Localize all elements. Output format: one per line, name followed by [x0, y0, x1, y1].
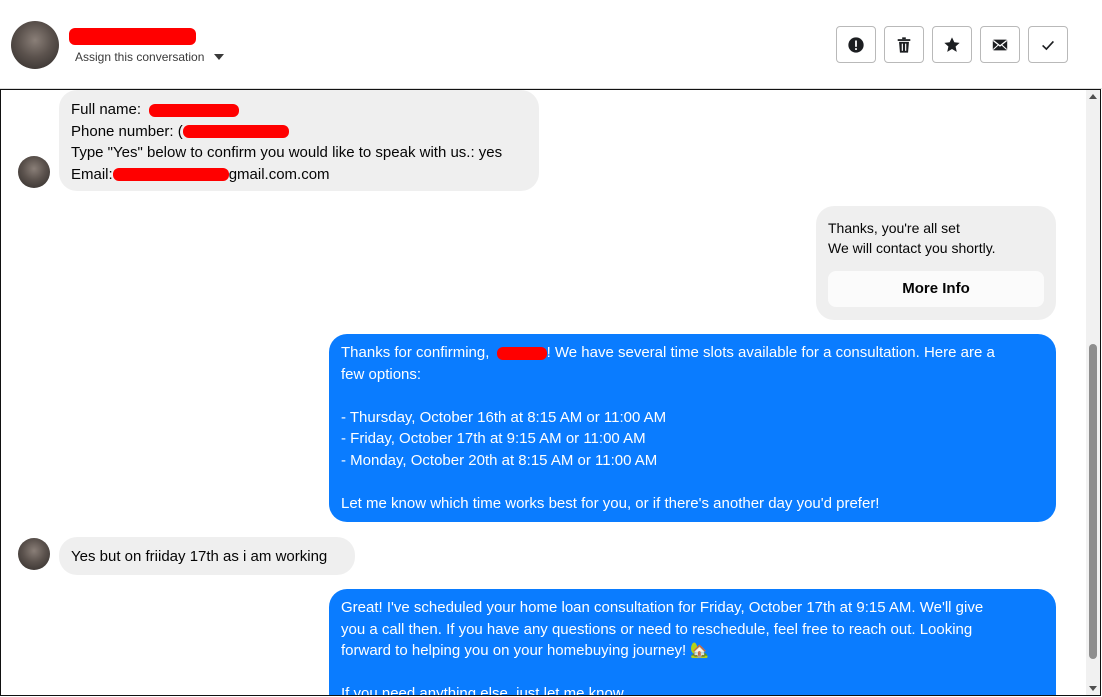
- scrollbar[interactable]: [1086, 90, 1100, 695]
- scroll-up-arrow-icon[interactable]: [1089, 94, 1097, 99]
- assign-conversation-dropdown[interactable]: Assign this conversation: [75, 50, 225, 64]
- scroll-down-arrow-icon[interactable]: [1089, 686, 1097, 691]
- contact-avatar-small: [18, 156, 50, 188]
- card-line-1: Thanks, you're all set: [828, 220, 960, 236]
- mark-spam-button[interactable]: [836, 26, 876, 63]
- phone-line: Phone number: (: [71, 121, 527, 143]
- contact-name-redacted-inline: [496, 346, 547, 360]
- full-name-line: Full name:: [71, 99, 527, 121]
- out1-line-1: Thanks for confirming, ! We have several…: [341, 344, 995, 361]
- header-actions: [836, 26, 1068, 63]
- star-icon: [944, 36, 960, 52]
- scrollbar-thumb[interactable]: [1089, 344, 1097, 659]
- alert-icon: [848, 36, 864, 53]
- delete-button[interactable]: [884, 26, 924, 63]
- mark-unread-button[interactable]: [980, 26, 1020, 63]
- trash-icon: [897, 36, 911, 53]
- card-line-2: We will contact you shortly.: [828, 240, 996, 256]
- mark-done-button[interactable]: [1028, 26, 1068, 63]
- option-friday: - Friday, October 17th at 9:15 AM or 11:…: [341, 430, 646, 447]
- conversation-header: Assign this conversation: [0, 0, 1102, 89]
- full-name-redacted: [149, 103, 240, 117]
- assign-conversation-label: Assign this conversation: [75, 50, 205, 64]
- option-thursday: - Thursday, October 16th at 8:15 AM or 1…: [341, 408, 667, 426]
- email-line: Email: gmail.com.com: [71, 165, 330, 183]
- more-info-button[interactable]: More Info: [828, 271, 1044, 307]
- mail-icon: [992, 39, 1008, 50]
- contact-avatar[interactable]: [11, 21, 59, 69]
- email-redacted: [112, 168, 229, 182]
- message-thread[interactable]: Full name: Phone number: ( Type "Yes" be…: [0, 89, 1101, 696]
- confirmation-card: Thanks, you're all set We will contact y…: [816, 206, 1056, 320]
- outgoing-message-2: Great! I've scheduled your home loan con…: [329, 589, 1056, 695]
- phone-redacted: [182, 125, 289, 139]
- caret-down-icon: [214, 54, 225, 60]
- contact-avatar-small: [18, 538, 50, 570]
- contact-name-redacted: [69, 28, 196, 45]
- incoming-message: Yes but on friiday 17th as i am working: [59, 537, 355, 575]
- outgoing-message: Thanks for confirming, ! We have several…: [329, 334, 1056, 522]
- confirm-line: Type "Yes" below to confirm you would li…: [71, 144, 503, 161]
- check-icon: [1042, 40, 1054, 50]
- incoming-form-message: Full name: Phone number: ( Type "Yes" be…: [59, 90, 539, 191]
- star-button[interactable]: [932, 26, 972, 63]
- option-monday: - Monday, October 20th at 8:15 AM or 11:…: [341, 451, 658, 469]
